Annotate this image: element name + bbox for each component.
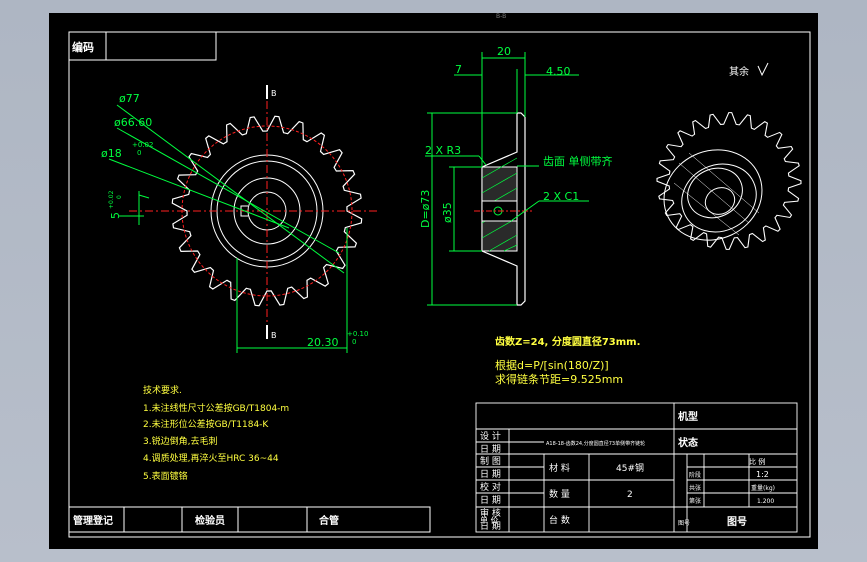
dim-chamfer: 2 X C1: [543, 190, 579, 203]
dim-bore-tol-upper: +0.02: [132, 141, 153, 149]
dim-key-depth-tol-lower: 0: [352, 338, 356, 346]
date-label-1: 日 期: [480, 444, 501, 455]
formula-note: 根据d=P/[sin(180/Z)]: [495, 358, 609, 372]
section-b-bottom: B: [271, 331, 277, 340]
roughness-rest: 其余: [729, 65, 749, 78]
code-box: 编码: [68, 31, 217, 61]
qualified-label: 合管: [318, 514, 339, 527]
quantity-label: 数 量: [549, 488, 570, 500]
weight-value: 1.200: [757, 498, 774, 505]
page-label: 第张: [689, 497, 701, 505]
dim-bore-dia: ø18: [101, 147, 122, 160]
section-view: [474, 112, 534, 306]
drawing-no-label: 图号: [727, 516, 747, 528]
unit-price-label: 单 价: [480, 515, 499, 525]
quantity-value: 2: [627, 490, 633, 500]
status-label: 状态: [678, 436, 698, 449]
dim-hub-dia: D=ø73: [419, 190, 432, 228]
tech-item-2: 2.未注形位公差按GB/T1184-K: [143, 418, 269, 430]
dim-key-width: 5: [109, 212, 122, 219]
dim-key-depth-tol-upper: +0.10: [347, 330, 368, 338]
tech-item-3: 3.锐边倒角,去毛刺: [143, 435, 217, 447]
dim-key-depth: 20.30: [307, 336, 339, 349]
section-b-top: B: [271, 89, 277, 98]
part-name: A18-18-齿数24,分度圆直径73单侧带齐链轮: [546, 440, 645, 447]
tech-heading: 技术要求.: [143, 384, 182, 396]
count-label: 共张: [689, 484, 701, 492]
sprocket-front-view: B B: [129, 85, 379, 340]
material-value: 45#钢: [616, 462, 644, 474]
tech-item-4: 4.调质处理,再淬火至HRC 36~44: [143, 452, 279, 464]
pitch-note: 求得链条节距=9.525mm: [495, 372, 623, 386]
scale-value: 1:2: [756, 470, 769, 479]
flank-note: 齿面 单侧带齐: [543, 154, 613, 168]
drawing-label: 制 图: [480, 455, 501, 467]
date-label-2: 日 期: [480, 469, 501, 480]
isometric-view: [656, 112, 802, 250]
sets-label: 台 数: [549, 514, 570, 526]
cad-viewport: 编码 B-B B B ø77 ø66.60 ø18 +0.02 0 5 +0.0…: [0, 0, 867, 562]
registry-label: 管理登记: [73, 514, 113, 527]
code-label: 编码: [72, 40, 94, 54]
machine-label: 机型: [678, 410, 698, 423]
design-label: 设 计: [480, 430, 501, 442]
dim-key-tol-lower: 0: [116, 195, 123, 199]
dim-bore-tol-lower: 0: [137, 149, 141, 157]
dim-hub-offset: 7: [455, 63, 462, 76]
dim-inner-dia: ø35: [441, 202, 454, 223]
dim-width-total: 20: [497, 45, 511, 58]
stage-label: 阶段: [689, 471, 701, 479]
date-label-3: 日 期: [480, 495, 501, 506]
tech-requirements: 技术要求. 1.未注线性尺寸公差按GB/T1804-m 2.未注形位公差按GB/…: [143, 384, 289, 482]
inspector-label: 检验员: [195, 514, 225, 527]
dim-fillet: 2 X R3: [425, 144, 461, 157]
tech-item-5: 5.表面镀铬: [143, 470, 188, 482]
roughness-symbol: [757, 62, 769, 77]
weight-label: 重量(kg): [751, 484, 775, 492]
top-label: B-B: [496, 13, 506, 20]
side-label: 图号: [678, 520, 690, 527]
dim-tooth-width: 4.50: [546, 65, 571, 78]
drawing-sheet: 编码 B-B B B ø77 ø66.60 ø18 +0.02 0 5 +0.0…: [49, 13, 818, 549]
tech-item-1: 1.未注线性尺寸公差按GB/T1804-m: [143, 402, 289, 414]
dim-key-tol-upper: +0.02: [108, 190, 115, 209]
dim-pitch-dia: ø66.60: [114, 116, 152, 129]
scale-label: 比 例: [749, 457, 765, 466]
material-label: 材 料: [549, 462, 570, 474]
title-block-text: 机型 状态 A18-18-齿数24,分度圆直径73单侧带齐链轮 设 计 日 期 …: [480, 410, 775, 532]
bottom-bar: [68, 506, 431, 533]
teeth-note: 齿数Z=24, 分度圆直径73mm.: [495, 335, 640, 348]
proofread-label: 校 对: [480, 481, 501, 493]
dim-tip-dia: ø77: [119, 92, 140, 105]
drawing-canvas: 编码 B-B B B ø77 ø66.60 ø18 +0.02 0 5 +0.0…: [68, 13, 811, 538]
